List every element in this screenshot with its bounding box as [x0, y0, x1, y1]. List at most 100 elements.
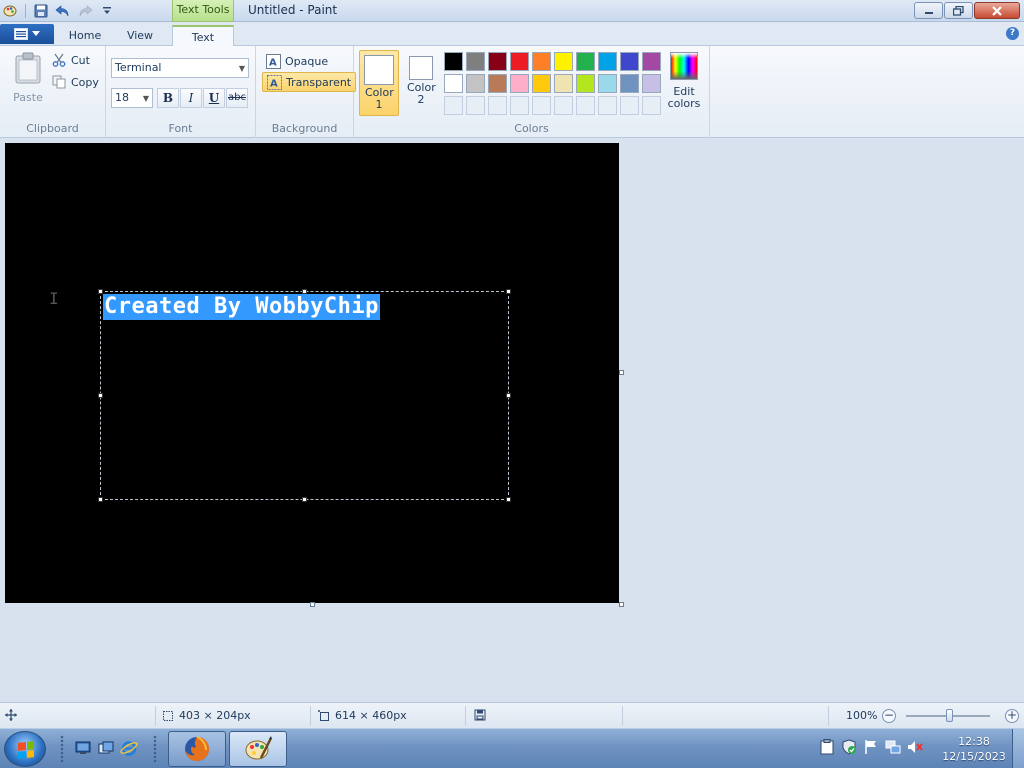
palette-swatch[interactable] [466, 74, 485, 93]
clipboard-tray-icon[interactable] [818, 738, 836, 756]
palette-custom-slot[interactable] [598, 96, 617, 115]
help-icon[interactable]: ? [1006, 27, 1019, 40]
cursor-position [5, 709, 17, 721]
zoom-in-button[interactable]: + [1005, 709, 1019, 723]
chevron-down-icon: ▼ [142, 94, 149, 103]
undo-icon[interactable] [53, 2, 73, 20]
color2-label: Color 2 [407, 81, 436, 106]
canvas-resize-handle-s[interactable] [310, 602, 315, 607]
textbox-handle-s[interactable] [302, 497, 307, 502]
start-button[interactable] [4, 731, 46, 767]
palette-swatch[interactable] [620, 74, 639, 93]
palette-swatch[interactable] [554, 74, 573, 93]
palette-custom-slot[interactable] [532, 96, 551, 115]
network-icon[interactable] [884, 738, 902, 756]
bold-button[interactable]: B [157, 88, 179, 108]
taskbar: 12:38 12/15/2023 [0, 728, 1024, 768]
palette-swatch[interactable] [598, 74, 617, 93]
switch-windows-icon[interactable] [96, 739, 116, 757]
paint-taskbar-button[interactable] [229, 731, 287, 767]
minimize-button[interactable] [914, 2, 943, 19]
textbox-handle-nw[interactable] [98, 289, 103, 294]
palette-swatch[interactable] [488, 52, 507, 71]
customize-qat-icon[interactable] [97, 2, 117, 20]
palette-swatch[interactable] [620, 52, 639, 71]
palette-swatch[interactable] [488, 74, 507, 93]
font-family-dropdown[interactable]: Terminal ▼ [111, 58, 249, 78]
palette-custom-slot[interactable] [620, 96, 639, 115]
palette-custom-slot[interactable] [576, 96, 595, 115]
palette-swatch[interactable] [554, 52, 573, 71]
palette-swatch[interactable] [642, 52, 661, 71]
zoom-slider-thumb[interactable] [946, 709, 953, 722]
drawing-canvas[interactable]: Created By WobbyChip I [5, 143, 619, 603]
palette-swatch[interactable] [576, 74, 595, 93]
palette-swatch[interactable] [466, 52, 485, 71]
textbox-handle-ne[interactable] [506, 289, 511, 294]
show-desktop-button[interactable] [1012, 729, 1024, 768]
window-controls [914, 2, 1020, 19]
edit-colors-button[interactable]: Edit colors [664, 52, 704, 110]
color1-label: Color 1 [365, 86, 394, 111]
paste-button[interactable]: Paste [8, 52, 48, 104]
palette-custom-slot[interactable] [642, 96, 661, 115]
qat-separator [25, 4, 26, 18]
textbox-handle-se[interactable] [506, 497, 511, 502]
opaque-button[interactable]: A Opaque [262, 51, 332, 71]
palette-swatch[interactable] [444, 52, 463, 71]
save-icon[interactable] [31, 2, 51, 20]
palette-swatch[interactable] [598, 52, 617, 71]
palette-custom-slot[interactable] [466, 96, 485, 115]
textbox-handle-e[interactable] [506, 393, 511, 398]
italic-button[interactable]: I [180, 88, 202, 108]
color1-button[interactable]: Color 1 [359, 50, 399, 116]
tab-view[interactable]: View [115, 25, 165, 46]
paint-app-icon[interactable] [0, 2, 20, 20]
restore-button[interactable] [944, 2, 973, 19]
copy-button[interactable]: Copy [52, 75, 99, 89]
action-center-flag-icon[interactable] [862, 738, 880, 756]
taskbar-clock[interactable]: 12:38 12/15/2023 [938, 734, 1010, 764]
palette-swatch[interactable] [532, 74, 551, 93]
security-shield-icon[interactable] [840, 738, 858, 756]
toolbar-grip[interactable] [153, 735, 157, 763]
internet-explorer-icon[interactable] [119, 739, 139, 757]
textbox-handle-n[interactable] [302, 289, 307, 294]
palette-custom-slot[interactable] [510, 96, 529, 115]
palette-swatch[interactable] [510, 74, 529, 93]
tab-home[interactable]: Home [60, 25, 110, 46]
canvas-resize-handle-e[interactable] [619, 370, 624, 375]
toolbar-grip[interactable] [60, 735, 64, 763]
palette-swatch[interactable] [444, 74, 463, 93]
volume-muted-icon[interactable] [906, 738, 924, 756]
paint-icon [245, 736, 273, 760]
selected-canvas-text[interactable]: Created By WobbyChip [103, 294, 380, 320]
strikethrough-button[interactable]: abc [226, 88, 248, 108]
firefox-taskbar-button[interactable] [168, 731, 226, 767]
show-desktop-ql-icon[interactable] [73, 739, 93, 757]
cut-button[interactable]: Cut [52, 53, 90, 67]
palette-swatch[interactable] [642, 74, 661, 93]
palette-swatch[interactable] [532, 52, 551, 71]
color-spectrum-icon [670, 52, 698, 80]
textbox-handle-w[interactable] [98, 393, 103, 398]
text-box[interactable]: Created By WobbyChip [98, 289, 511, 502]
underline-button[interactable]: U [203, 88, 225, 108]
canvas-resize-handle-se[interactable] [619, 602, 624, 607]
palette-custom-slot[interactable] [554, 96, 573, 115]
transparent-button[interactable]: A Transparent [262, 72, 357, 92]
palette-swatch[interactable] [576, 52, 595, 71]
clock-time: 12:38 [958, 735, 990, 748]
paint-menu-button[interactable] [0, 24, 54, 44]
tab-text[interactable]: Text [172, 25, 234, 46]
zoom-out-button[interactable]: − [882, 709, 896, 723]
status-divider [310, 706, 311, 726]
color2-button[interactable]: Color 2 [401, 50, 441, 116]
font-size-dropdown[interactable]: 18 ▼ [111, 88, 153, 108]
close-button[interactable] [974, 2, 1020, 19]
palette-swatch[interactable] [510, 52, 529, 71]
textbox-handle-sw[interactable] [98, 497, 103, 502]
palette-custom-slot[interactable] [444, 96, 463, 115]
palette-custom-slot[interactable] [488, 96, 507, 115]
zoom-level: 100% [846, 709, 878, 722]
